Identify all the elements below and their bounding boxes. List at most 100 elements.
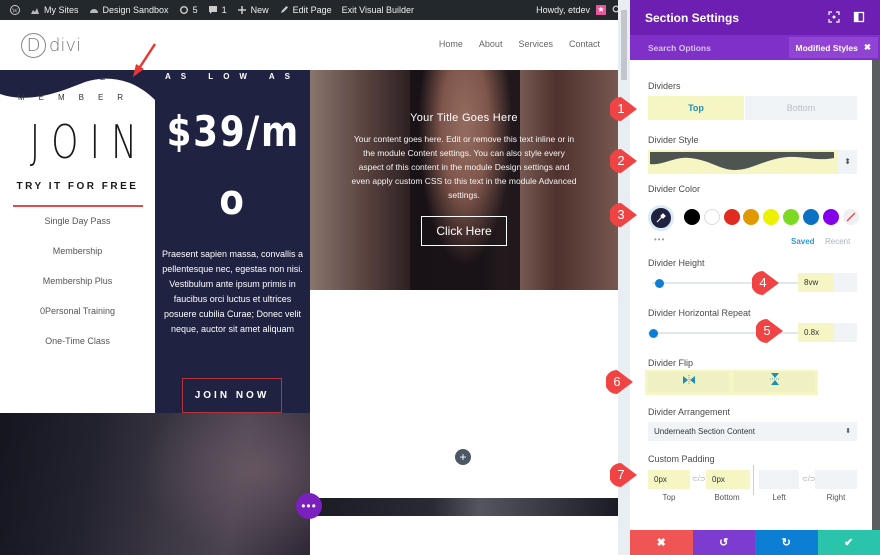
- new-content-menu[interactable]: New: [237, 5, 269, 15]
- price-line-2: o: [219, 175, 246, 224]
- panel-action-bar: ✖ ↺ ↻ ✔: [630, 530, 880, 555]
- discard-button[interactable]: ✖: [630, 530, 693, 555]
- panel-subheader: Modified Styles ✖: [630, 35, 880, 60]
- annotation-badge: 4: [751, 270, 780, 296]
- user-avatar[interactable]: ★: [596, 5, 606, 15]
- color-swatch[interactable]: [743, 209, 760, 225]
- dock-panel-icon[interactable]: [853, 11, 865, 23]
- empty-column: [310, 290, 618, 500]
- color-swatch[interactable]: [703, 209, 720, 225]
- annotation-badge: 6: [605, 369, 634, 395]
- nav-home[interactable]: Home: [439, 39, 463, 49]
- tab-bottom[interactable]: Bottom: [745, 96, 857, 120]
- price-value: $39/m o: [167, 98, 299, 234]
- link-padding-icon[interactable]: ⊂/⊃: [692, 475, 706, 483]
- flip-vertical-icon: [769, 373, 780, 385]
- divider-repeat-slider-knob[interactable]: [649, 328, 658, 338]
- divider-style-select[interactable]: ⬍: [648, 150, 857, 174]
- padding-bottom-input[interactable]: [706, 470, 750, 489]
- design-sandbox-menu[interactable]: Design Sandbox: [89, 5, 169, 15]
- wordpress-icon: W: [10, 5, 20, 15]
- save-button[interactable]: ✔: [817, 530, 880, 555]
- nav-services[interactable]: Services: [518, 39, 553, 49]
- search-options-input[interactable]: [648, 42, 788, 53]
- my-sites-icon: [30, 5, 40, 15]
- fullscreen-icon[interactable]: [828, 11, 840, 23]
- hero-section: Your Title Goes Here Your content goes h…: [310, 70, 618, 290]
- color-swatch[interactable]: [763, 209, 780, 225]
- exit-visual-builder-label: Exit Visual Builder: [341, 5, 415, 15]
- panel-scrollbar[interactable]: [872, 60, 880, 530]
- hero-title: Your Title Goes Here: [410, 112, 518, 124]
- divider-height-slider-knob[interactable]: [654, 278, 664, 288]
- tab-top[interactable]: Top: [648, 96, 744, 120]
- dashboard-icon: [89, 5, 99, 15]
- flip-horizontal-button[interactable]: [648, 372, 729, 392]
- eyedropper-icon: [656, 213, 666, 223]
- color-swatch[interactable]: [822, 209, 839, 225]
- divider-height-value[interactable]: 8vw: [798, 273, 834, 292]
- plan-item: Membership Plus: [42, 276, 113, 286]
- updates-link[interactable]: 5: [179, 5, 198, 15]
- background-photo: [0, 413, 310, 555]
- recent-colors-tab[interactable]: Recent: [825, 237, 850, 246]
- wordpress-logo-button[interactable]: W: [10, 5, 20, 15]
- color-swatch[interactable]: [802, 209, 819, 225]
- as-low-as-label: AS LOW AS: [164, 72, 301, 81]
- become-text-bottom: MEMBER: [17, 93, 138, 102]
- color-picker-button[interactable]: [648, 205, 674, 231]
- my-sites-menu[interactable]: My Sites: [30, 5, 79, 15]
- red-divider-line: [13, 205, 143, 207]
- saved-colors-tab[interactable]: Saved: [791, 237, 815, 246]
- edit-page-link[interactable]: Edit Page: [279, 5, 332, 15]
- divider-repeat-value[interactable]: 0.8x: [798, 323, 834, 342]
- divider-flip-group: [645, 370, 818, 395]
- site-logo[interactable]: D divi: [21, 33, 81, 58]
- page-scrollbar-thumb[interactable]: [621, 10, 627, 80]
- try-free-subheading: TRY IT FOR FREE: [16, 181, 139, 192]
- exit-visual-builder-link[interactable]: Exit Visual Builder: [342, 5, 414, 15]
- divider-height-field[interactable]: 8vw: [798, 273, 857, 292]
- padding-left-input[interactable]: [759, 470, 799, 489]
- link-padding-icon[interactable]: ⊂/⊃: [802, 475, 816, 483]
- edit-page-label: Edit Page: [292, 5, 332, 15]
- dividers-label: Dividers: [648, 81, 681, 91]
- join-now-button[interactable]: JOIN NOW: [182, 378, 282, 413]
- updates-count: 5: [192, 5, 198, 15]
- flip-vertical-button[interactable]: [734, 372, 815, 392]
- close-icon[interactable]: ✖: [864, 42, 871, 53]
- click-here-button[interactable]: Click Here: [421, 216, 507, 246]
- nav-contact[interactable]: Contact: [569, 39, 600, 49]
- site-header: D divi Home About Services Contact: [0, 20, 618, 70]
- padding-right-input[interactable]: [815, 470, 857, 489]
- plan-item: 0Personal Training: [39, 306, 116, 316]
- comments-link[interactable]: 1: [208, 5, 227, 15]
- user-greeting[interactable]: Howdy, etdev: [536, 5, 590, 15]
- undo-button[interactable]: ↺: [692, 530, 755, 555]
- swatch-transparent[interactable]: [843, 209, 859, 225]
- plan-item: Membership: [52, 246, 103, 256]
- new-label: New: [250, 5, 269, 15]
- add-module-button[interactable]: +: [455, 449, 471, 465]
- builder-more-button[interactable]: •••: [296, 493, 322, 519]
- divider-arrangement-select[interactable]: Underneath Section Content ⬍: [648, 422, 857, 441]
- logo-word: divi: [49, 35, 82, 56]
- join-column: BECOME A MEMBER JOIN TRY IT FOR FREE Sin…: [0, 70, 155, 413]
- padding-top-input[interactable]: [648, 470, 690, 489]
- comments-count: 1: [221, 5, 227, 15]
- divider-repeat-field[interactable]: 0.8x: [798, 323, 857, 342]
- padding-left-label: Left: [772, 493, 786, 502]
- color-swatch[interactable]: [684, 209, 700, 225]
- nav-about[interactable]: About: [479, 39, 503, 49]
- redo-button[interactable]: ↻: [755, 530, 818, 555]
- divider-arrangement-label: Divider Arrangement: [648, 407, 731, 417]
- more-colors-icon[interactable]: •••: [654, 235, 665, 244]
- pricing-column: AS LOW AS $39/m o Praesent sapien massa,…: [155, 70, 310, 413]
- modified-styles-filter[interactable]: Modified Styles ✖: [788, 37, 878, 58]
- panel-title: Section Settings: [645, 10, 740, 25]
- color-swatch[interactable]: [723, 209, 740, 225]
- color-swatch[interactable]: [783, 209, 799, 225]
- select-arrows-icon: ⬍: [845, 428, 851, 435]
- padding-right-label: Right: [826, 493, 846, 502]
- padding-bottom-label: Bottom: [714, 493, 740, 502]
